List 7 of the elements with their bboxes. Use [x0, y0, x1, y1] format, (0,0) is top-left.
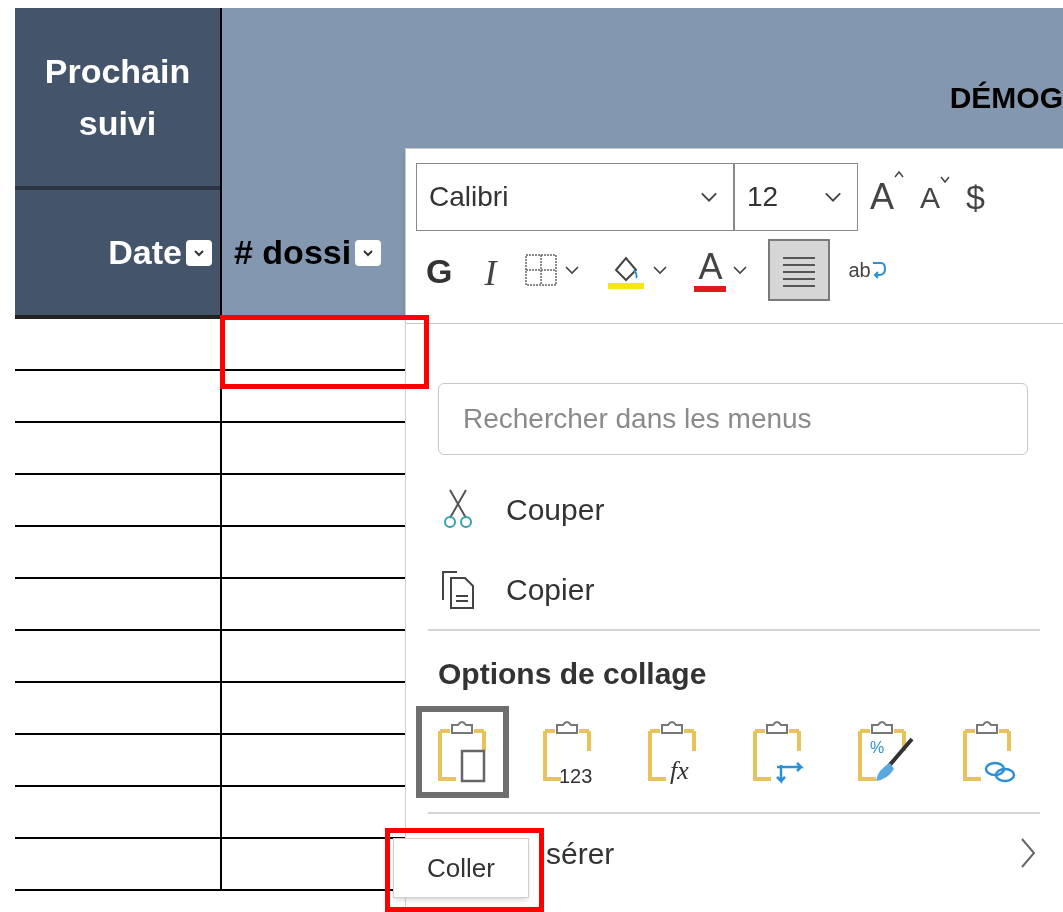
font-color-glyph: A [694, 248, 727, 292]
column-header: Date [108, 232, 182, 273]
group-header: Prochain suivi [43, 51, 192, 144]
column-header: # dossi [234, 232, 352, 273]
tooltip: Coller [393, 838, 529, 898]
menu-section-header: Options de collage [438, 656, 708, 692]
section-header: DÉMOG [949, 79, 1063, 116]
